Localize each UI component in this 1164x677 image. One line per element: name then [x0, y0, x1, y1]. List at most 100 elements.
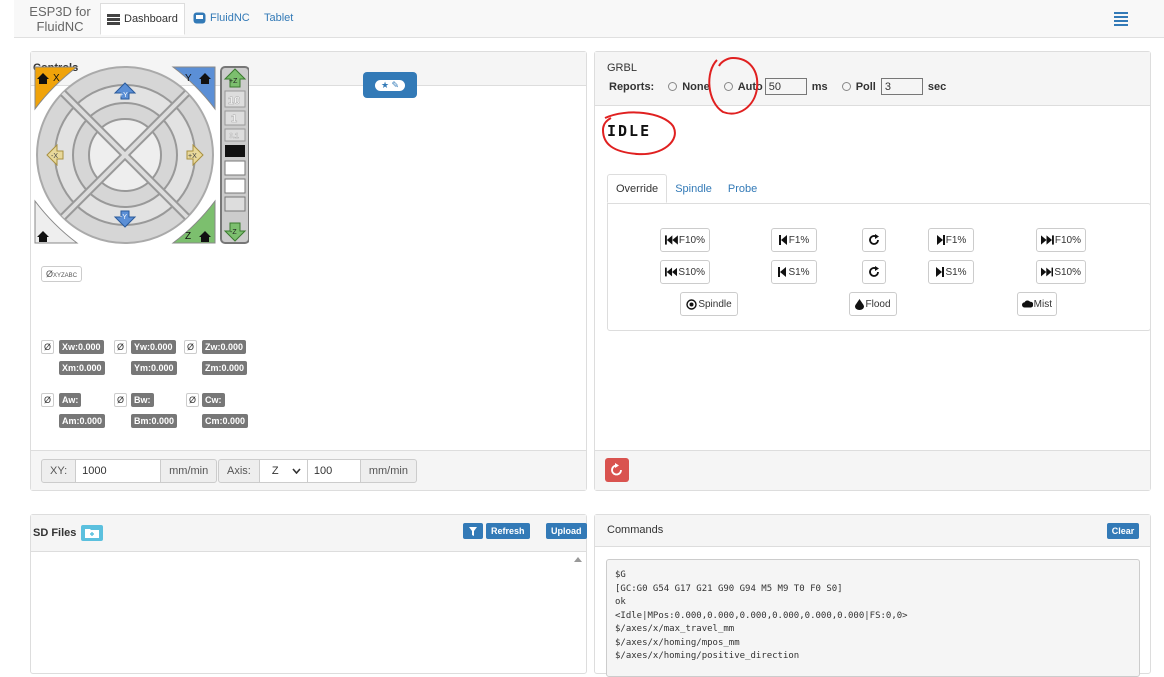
- minus-x-label: -X: [51, 153, 58, 160]
- chevron-down-icon: [292, 468, 301, 474]
- speed-plus1-button[interactable]: S1%: [928, 260, 974, 284]
- scroll-up-arrow[interactable]: [574, 557, 582, 562]
- tab-probe[interactable]: Probe: [720, 174, 765, 203]
- xy-feedrate-group: XY: 1000 mm/min: [41, 459, 218, 483]
- poll-interval-input[interactable]: 3: [880, 78, 923, 95]
- tab-dashboard[interactable]: Dashboard: [100, 3, 185, 35]
- commands-title: Commands: [607, 524, 664, 536]
- a-work-position: Aw:: [59, 393, 82, 407]
- z-machine-position: Zm:0.000: [202, 361, 248, 375]
- record-icon: [686, 298, 698, 310]
- tab-fluidnc[interactable]: FluidNC: [187, 3, 256, 33]
- commands-header: Commands Clear: [595, 515, 1150, 547]
- zero-all-button[interactable]: ØXYZABC: [41, 266, 83, 282]
- controls-footer: XY: 1000 mm/min Axis: Z 100 mm/min: [31, 450, 586, 490]
- soft-reset-button[interactable]: [605, 458, 629, 482]
- zero-y-button[interactable]: Ø: [114, 340, 127, 354]
- zero-a-button[interactable]: Ø: [41, 393, 54, 407]
- z-step-0-1-label: 0.1: [229, 133, 239, 140]
- top-navbar: ESP3D for FluidNC Dashboard FluidNC Tabl…: [14, 0, 1164, 38]
- z-step-6[interactable]: [224, 196, 246, 212]
- command-line: $/axes/x/homing/mpos_mm: [615, 637, 740, 648]
- upload-button[interactable]: Upload: [546, 523, 587, 539]
- filter-button[interactable]: [463, 523, 483, 539]
- clear-button[interactable]: Clear: [1107, 523, 1139, 539]
- controls-panel: Controls X Y Z: [30, 51, 587, 491]
- c-work-position: Cw:: [202, 393, 225, 407]
- step-forward-icon: [936, 235, 945, 245]
- speed-minus1-button[interactable]: S1%: [771, 260, 817, 284]
- command-line: [GC:G0 G54 G17 G21 G90 G94 M5 M9 T0 F0 S…: [615, 583, 843, 594]
- tint-icon: [855, 298, 865, 310]
- sd-files-title: SD Files: [33, 527, 77, 539]
- y-work-position: Yw:0.000: [131, 340, 176, 354]
- speed-reset-button[interactable]: [862, 260, 886, 284]
- c-machine-position: Cm:0.000: [202, 414, 249, 428]
- step-backward-icon: [778, 267, 787, 277]
- auto-unit: ms: [811, 80, 828, 93]
- axis-select[interactable]: Z: [259, 459, 308, 483]
- folder-plus-icon: [85, 529, 99, 538]
- server-icon: [107, 13, 120, 25]
- mist-toggle-button[interactable]: Mist: [1017, 292, 1057, 316]
- feed-plus10-button[interactable]: F10%: [1036, 228, 1086, 252]
- refresh-button[interactable]: Refresh: [486, 523, 530, 539]
- xy-feedrate-input[interactable]: 1000: [76, 459, 161, 483]
- plus-z-label: +Z: [229, 78, 238, 85]
- tab-spindle[interactable]: Spindle: [667, 174, 720, 203]
- poll-unit: sec: [927, 80, 947, 93]
- cloud-icon: [1022, 300, 1033, 308]
- macro-edit-button[interactable]: ★ ✎: [363, 72, 417, 98]
- command-line: <Idle|MPos:0.000,0.000,0.000,0.000,0.000…: [615, 610, 908, 621]
- report-poll-radio[interactable]: [841, 82, 851, 91]
- tab-tablet[interactable]: Tablet: [258, 3, 299, 33]
- flood-toggle-button[interactable]: Flood: [849, 292, 897, 316]
- fast-backward-icon: [665, 267, 678, 277]
- fluidnc-icon: [193, 12, 206, 24]
- z-work-position: Zw:0.000: [202, 340, 247, 354]
- home-x-label: X: [53, 73, 60, 84]
- annotation-circle-auto: [708, 56, 759, 115]
- command-line: $G: [615, 570, 626, 580]
- commands-panel: Commands Clear $G [GC:G0 G54 G17 G21 G90…: [594, 514, 1151, 677]
- grbl-panel: GRBL Reports: None Auto 50 ms Poll 3 sec…: [594, 51, 1151, 491]
- plus-y-label: +Y: [119, 92, 128, 99]
- z-step-4[interactable]: [224, 160, 246, 176]
- feed-plus1-button[interactable]: F1%: [928, 228, 974, 252]
- tab-override[interactable]: Override: [607, 174, 668, 203]
- axis-feedrate-input[interactable]: 100: [307, 459, 360, 483]
- x-work-position: Xw:0.000: [59, 340, 104, 354]
- home-z-label: Z: [185, 231, 191, 242]
- command-line: ok: [615, 597, 626, 607]
- xy-unit: mm/min: [160, 459, 218, 483]
- z-step-5[interactable]: [224, 178, 246, 194]
- speed-minus10-button[interactable]: S10%: [660, 260, 710, 284]
- axis-label: Axis:: [218, 459, 260, 483]
- spindle-toggle-button[interactable]: Spindle: [680, 292, 738, 316]
- feed-minus1-button[interactable]: F1%: [771, 228, 817, 252]
- refresh-icon: [869, 266, 879, 277]
- zero-c-button[interactable]: Ø: [186, 393, 199, 407]
- reports-label: Reports:: [609, 80, 655, 93]
- z-step-black[interactable]: [225, 145, 245, 157]
- fast-backward-icon: [665, 235, 678, 245]
- plus-x-label: +X: [188, 153, 197, 160]
- hamburger-menu-icon[interactable]: [1114, 12, 1128, 28]
- zero-z-button[interactable]: Ø: [184, 340, 197, 354]
- reports-row: Reports: None Auto 50 ms Poll 3 sec: [609, 78, 946, 95]
- z-step-1-label: 1: [231, 113, 237, 125]
- y-machine-position: Ym:0.000: [131, 361, 177, 375]
- feed-reset-button[interactable]: [862, 228, 886, 252]
- speed-plus10-button[interactable]: S10%: [1036, 260, 1086, 284]
- report-none-radio[interactable]: [668, 82, 678, 91]
- z-step-10-label: 10: [228, 95, 240, 107]
- new-folder-button[interactable]: [81, 525, 103, 541]
- zero-b-button[interactable]: Ø: [114, 393, 127, 407]
- axis-feedrate-group: Axis: Z 100 mm/min: [218, 459, 417, 483]
- command-line: $/axes/x/homing/positive_direction: [615, 651, 800, 661]
- zero-x-button[interactable]: Ø: [41, 340, 54, 354]
- command-log[interactable]: $G [GC:G0 G54 G17 G21 G90 G94 M5 M9 T0 F…: [606, 559, 1140, 677]
- filter-icon: [469, 526, 477, 536]
- feed-minus10-button[interactable]: F10%: [660, 228, 710, 252]
- auto-interval-input[interactable]: 50: [764, 78, 807, 95]
